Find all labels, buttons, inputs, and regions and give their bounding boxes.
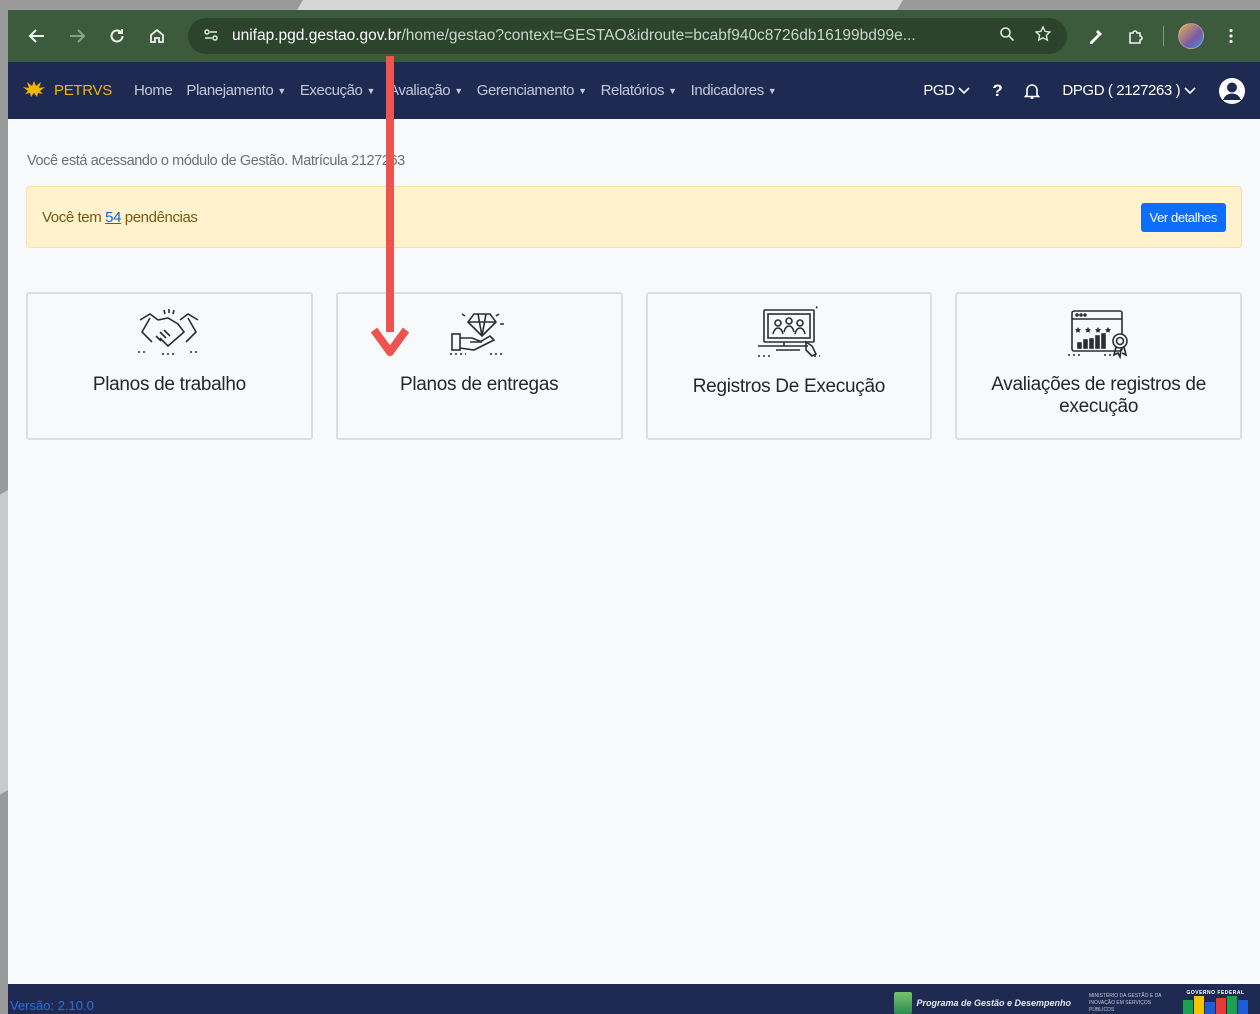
toolbar-divider xyxy=(1163,26,1164,46)
forward-icon[interactable] xyxy=(60,19,94,53)
bell-icon[interactable] xyxy=(1024,82,1041,100)
user-menu[interactable]: DPGD ( 2127263 ) xyxy=(1062,82,1196,99)
menu-item-gerenciamento[interactable]: Gerenciamento ▼ xyxy=(477,82,587,99)
brand-name: PETRVS xyxy=(54,82,112,99)
app-footer: Versão: 2.10.0 Programa de Gestão e Dese… xyxy=(8,984,1260,1014)
menu-item-execucao[interactable]: Execução ▼ xyxy=(300,82,376,99)
browser-window: unifap.pgd.gestao.gov.br/home/gestao?con… xyxy=(8,10,1260,1014)
module-cards: Planos de trabalho Planos de entregas Re… xyxy=(26,292,1242,440)
pending-count-link[interactable]: 54 xyxy=(105,209,121,226)
program-name: Programa de Gestão e Desempenho xyxy=(916,997,1071,1008)
ministry-logo: MINISTÉRIO DA GESTÃO E DA INOVAÇÃO EM SE… xyxy=(1089,993,1162,1013)
caret-down-icon: ▼ xyxy=(277,86,286,97)
rating-chart-icon xyxy=(1064,306,1134,360)
pgd-logo: Programa de Gestão e Desempenho xyxy=(894,992,1071,1014)
petrvs-logo-icon xyxy=(22,78,46,104)
handshake-icon xyxy=(134,306,204,360)
view-details-button[interactable]: Ver detalhes xyxy=(1140,202,1226,232)
card-avaliacoes-de-registros[interactable]: Avaliações de registros de execução xyxy=(955,292,1242,440)
caret-down-icon: ▼ xyxy=(578,86,587,97)
menu-item-indicadores[interactable]: Indicadores ▼ xyxy=(691,82,777,99)
reload-icon[interactable] xyxy=(100,19,134,53)
navbar-right: PGD ? DPGD ( 2127263 ) xyxy=(923,77,1246,105)
card-planos-de-trabalho[interactable]: Planos de trabalho xyxy=(26,292,313,440)
caret-down-icon: ▼ xyxy=(454,86,463,97)
browser-menu-icon[interactable] xyxy=(1214,19,1248,53)
gov-brand-bars xyxy=(1183,996,1248,1014)
extensions-icon[interactable] xyxy=(1119,19,1153,53)
access-info-text: Você está acessando o módulo de Gestão. … xyxy=(27,153,405,169)
menu-item-home[interactable]: Home xyxy=(134,82,173,99)
version-text: Versão: 2.10.0 xyxy=(10,997,94,1013)
menu-item-avaliacao[interactable]: Avaliação ▼ xyxy=(389,82,463,99)
caret-down-icon: ▼ xyxy=(767,86,777,97)
gov-logo: GOVERNO FEDERAL xyxy=(1183,990,1248,1014)
card-registros-de-execucao[interactable]: Registros De Execução xyxy=(645,292,933,440)
caret-down-icon: ▼ xyxy=(366,86,376,97)
help-button[interactable]: ? xyxy=(992,81,1002,101)
zoom-icon[interactable] xyxy=(993,26,1021,47)
app-navbar: PETRVS Home Planejamento ▼ Execução ▼ Avaliaç… xyxy=(8,62,1260,119)
browser-toolbar: unifap.pgd.gestao.gov.br/home/gestao?con… xyxy=(8,10,1260,62)
monitor-team-icon xyxy=(754,306,824,360)
menu-item-planejamento[interactable]: Planejamento ▼ xyxy=(186,82,286,99)
card-label: Avaliações de registros de execução xyxy=(991,374,1206,417)
address-bar[interactable]: unifap.pgd.gestao.gov.br/home/gestao?con… xyxy=(188,18,1067,54)
brand[interactable]: PETRVS xyxy=(22,78,112,104)
bookmark-star-icon[interactable] xyxy=(1029,24,1057,48)
card-label: Registros De Execução xyxy=(692,376,886,397)
user-avatar-icon[interactable] xyxy=(1218,77,1246,105)
eyedropper-icon[interactable] xyxy=(1079,19,1113,53)
pgd-logo-icon xyxy=(894,992,913,1014)
url-text: unifap.pgd.gestao.gov.br/home/gestao?con… xyxy=(232,27,916,44)
home-icon[interactable] xyxy=(140,19,174,53)
card-label: Planos de entregas xyxy=(399,374,559,395)
card-label: Planos de trabalho xyxy=(92,374,246,395)
context-selector[interactable]: PGD xyxy=(923,82,970,99)
site-settings-icon[interactable] xyxy=(198,28,224,45)
card-planos-de-entregas[interactable]: Planos de entregas xyxy=(335,292,623,440)
menu-item-relatorios[interactable]: Relatórios ▼ xyxy=(601,82,677,99)
pending-alert: Você tem 54 pendências Ver detalhes xyxy=(26,186,1242,248)
main-menu: Home Planejamento ▼ Execução ▼ Avaliação ▼ Gere… xyxy=(134,82,777,99)
back-icon[interactable] xyxy=(20,19,54,53)
alert-text: Você tem 54 pendências xyxy=(42,208,198,226)
profile-avatar[interactable] xyxy=(1174,19,1208,53)
footer-logos: Programa de Gestão e Desempenho MINISTÉR… xyxy=(894,984,1258,1014)
caret-down-icon: ▼ xyxy=(668,86,677,97)
diamond-hand-icon xyxy=(444,306,514,360)
main-content: Você está acessando o módulo de Gestão. … xyxy=(8,119,1260,440)
